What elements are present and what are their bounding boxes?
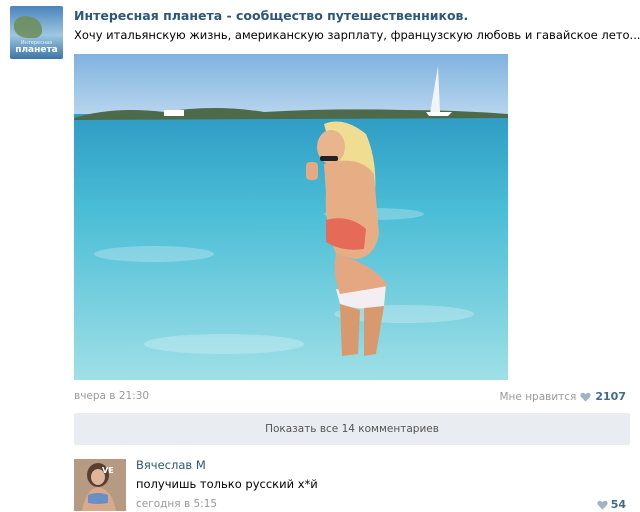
group-name-link[interactable]: Интересная планета - сообщество путешест… — [74, 8, 468, 23]
comment-author-link[interactable]: Вячеслав М — [136, 458, 206, 472]
avatar-island-shape — [14, 16, 42, 38]
heart-icon — [597, 500, 608, 510]
comment-avatar[interactable]: VE — [74, 459, 126, 511]
comment-date[interactable]: сегодня в 5:15 — [136, 498, 217, 510]
post-text: Хочу итальянскую жизнь, американскую зар… — [74, 28, 640, 42]
avatar-logo-text: планета — [15, 45, 58, 55]
avatar-photo: VE — [74, 459, 126, 511]
post-meta: вчера в 21:30 Мне нравится 2107 — [74, 390, 626, 404]
post-like-button[interactable]: Мне нравится 2107 — [499, 390, 626, 403]
heart-icon — [580, 392, 591, 402]
comment-like-button[interactable]: 54 — [597, 498, 626, 511]
like-label: Мне нравится — [499, 390, 577, 403]
wall-post: Интересная планета Интересная планета - … — [0, 0, 640, 512]
comment-like-count: 54 — [610, 498, 626, 511]
post-date[interactable]: вчера в 21:30 — [74, 390, 149, 402]
comment-text: получишь только русский х*й — [136, 477, 318, 491]
like-count: 2107 — [595, 390, 626, 403]
avatar-badge: VE — [102, 466, 114, 475]
group-avatar[interactable]: Интересная планета — [10, 6, 63, 59]
show-all-comments-button[interactable]: Показать все 14 комментариев — [74, 413, 630, 445]
comment: VE Вячеслав М получишь только русский х*… — [74, 457, 630, 512]
post-photo[interactable] — [74, 54, 508, 380]
